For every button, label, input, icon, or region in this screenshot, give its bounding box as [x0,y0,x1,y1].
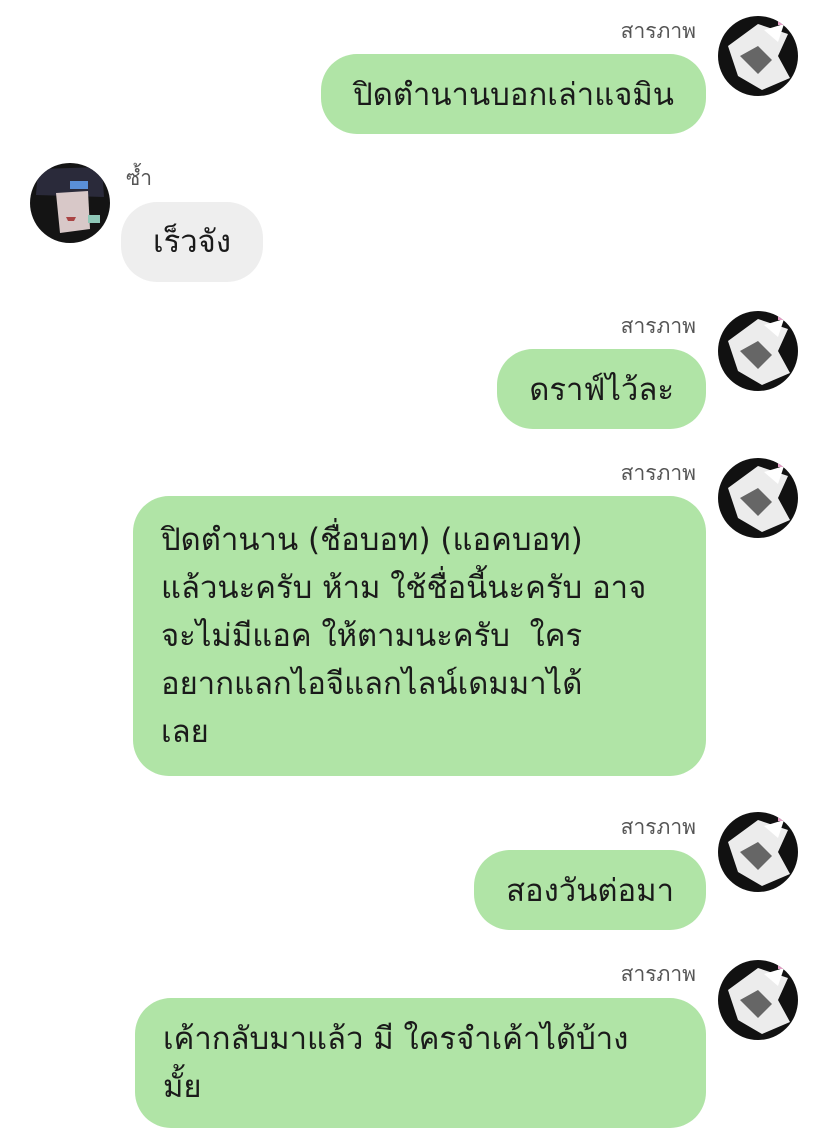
message-bubble[interactable]: เร็วจัง [121,202,263,282]
sender-name: สารภาพ [620,461,696,485]
avatar-bw-icon [718,812,798,892]
avatar-bw-icon [718,311,798,391]
avatar[interactable] [718,311,798,391]
sender-name: ซ้ำ [126,166,153,190]
avatar[interactable] [718,458,798,538]
sender-name: สารภาพ [620,815,696,839]
avatar-bw-icon [718,960,798,1040]
avatar-dark-icon [30,163,110,243]
message-bubble[interactable]: ดราฟ์ไว้ละ [497,349,706,429]
avatar[interactable] [718,812,798,892]
message-bubble[interactable]: เค้ากลับมาแล้ว มี ใครจำเค้าได้บ้าง มั้ย [135,998,706,1128]
sender-name: สารภาพ [620,19,696,43]
message-text: ปิดตำนานบอกเล่าแจมิน [353,77,674,113]
message-bubble[interactable]: ปิดตำนาน (ชื่อบอท) (แอคบอท) แล้วนะครับ ห… [133,496,706,776]
sender-name: สารภาพ [620,314,696,338]
message-text: เค้ากลับมาแล้ว มี ใครจำเค้าได้บ้าง มั้ย [163,1021,629,1105]
avatar-bw-icon [718,16,798,96]
avatar-bw-icon [718,458,798,538]
sender-name: สารภาพ [620,962,696,986]
avatar[interactable] [30,163,110,243]
message-text: ปิดตำนาน (ชื่อบอท) (แอคบอท) แล้วนะครับ ห… [161,522,647,750]
message-bubble[interactable]: ปิดตำนานบอกเล่าแจมิน [321,54,706,134]
avatar[interactable] [718,16,798,96]
message-text: สองวันต่อมา [506,873,674,909]
message-text: เร็วจัง [153,224,231,260]
message-text: ดราฟ์ไว้ละ [529,372,674,408]
message-bubble[interactable]: สองวันต่อมา [474,850,706,930]
avatar[interactable] [718,960,798,1040]
chat-thread: สารภาพ ปิดตำนานบอกเล่าแจมิน ซ้ำ เร็วจัง … [0,0,827,1148]
